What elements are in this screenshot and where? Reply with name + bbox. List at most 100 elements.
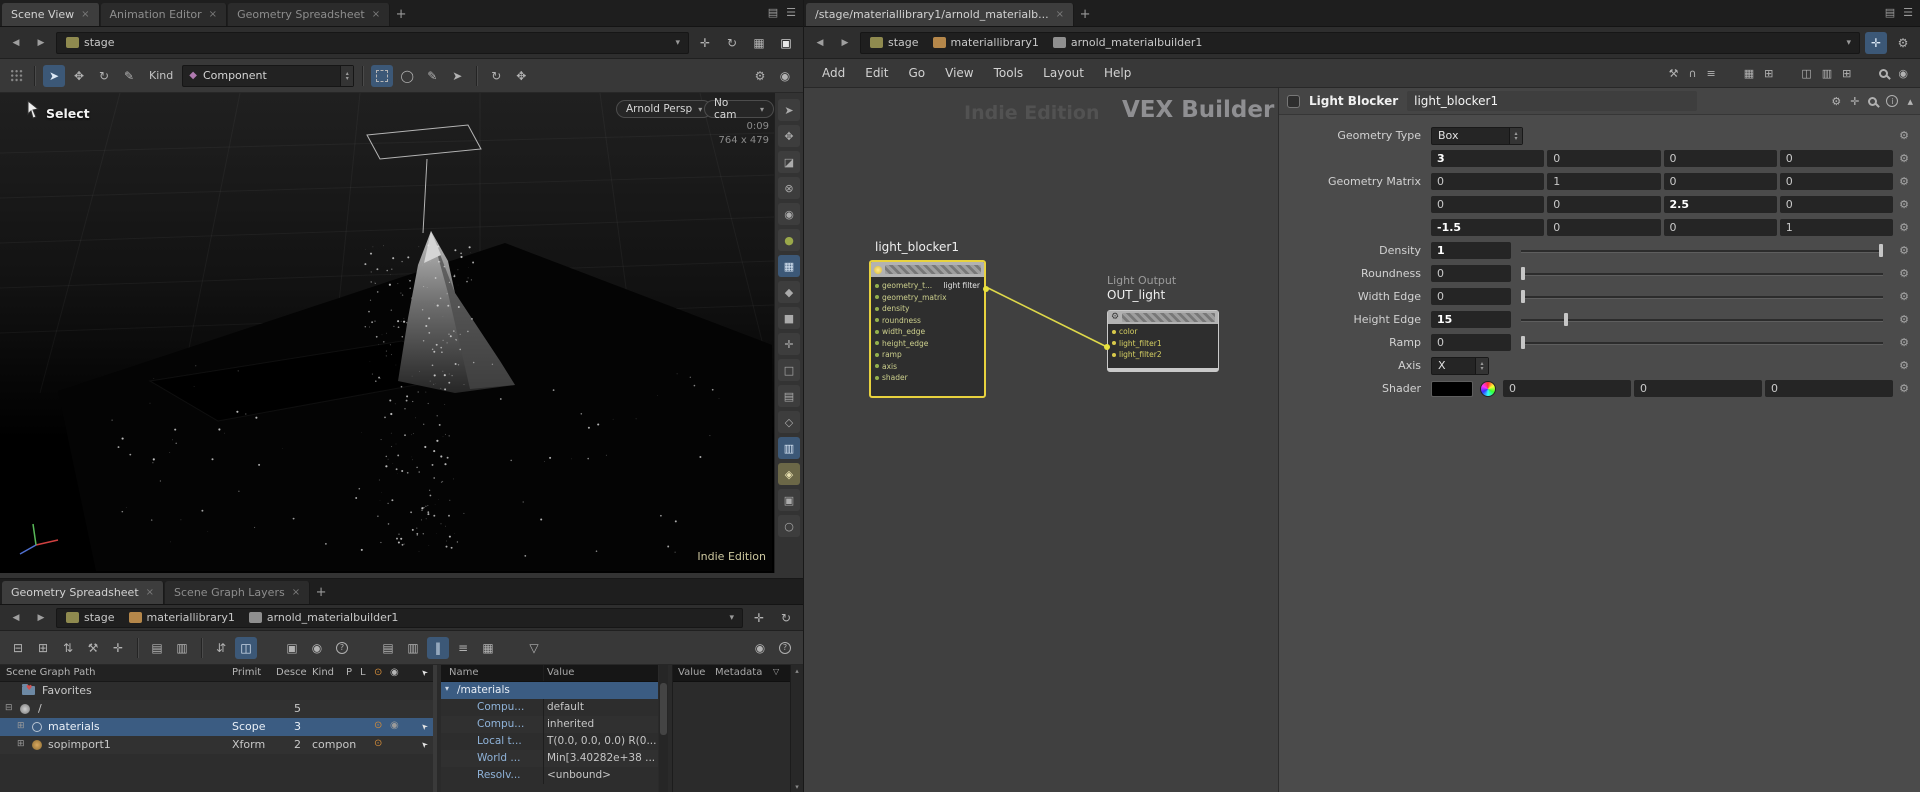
camera-icon[interactable]: ◉ [306,637,328,659]
ramp-field[interactable]: 0 [1431,334,1511,351]
viewport-tool-icon[interactable]: ● [778,229,800,251]
viewport-tool-icon[interactable]: ■ [778,307,800,329]
col-value[interactable]: Value [547,667,574,678]
tools-icon[interactable]: ⚒ [82,637,104,659]
matrix-cell[interactable]: 1 [1780,219,1893,236]
viewport[interactable]: Select Arnold Persp ▾ No cam ▾ 0:09 764 … [0,93,774,573]
info-icon[interactable]: i [1886,95,1898,107]
viewport-tool-icon[interactable]: ◆ [778,281,800,303]
edit-tool-icon[interactable]: ✎ [118,65,140,87]
tools-icon[interactable]: ⚒ [1669,67,1679,80]
sheet-row[interactable]: Resolv... <unbound> [441,767,658,784]
matrix-cell[interactable]: 0 [1780,196,1893,213]
col-l[interactable]: L [360,667,366,678]
tab-animation-editor[interactable]: Animation Editor × [101,3,228,26]
input-dot-icon[interactable] [875,295,879,299]
node-name-field[interactable]: light_blocker1 [1407,91,1697,111]
input-dot-icon[interactable] [1112,341,1116,345]
no-cam-button[interactable]: No cam ▾ [704,100,774,118]
box-select-icon[interactable] [371,65,393,87]
tree-view-icon[interactable]: ▤ [146,637,168,659]
activation-toggle[interactable]: ⊙ [374,720,382,731]
geometry-type-dropdown[interactable]: Box ▴▾ [1431,127,1523,145]
input-dot-icon[interactable] [875,364,879,368]
input-dot-icon[interactable] [875,307,879,311]
new-tab-button[interactable]: + [311,581,331,604]
node-light-blocker[interactable]: geometry_t... light filter geometry_matr… [869,260,986,398]
breadcrumb-stage[interactable]: stage [864,33,925,53]
tree-row-root[interactable]: ⊟ / 5 [0,700,433,718]
back-icon[interactable]: ◀ [810,32,830,54]
layout-vertical-icon[interactable]: ▥ [1822,67,1832,80]
search-icon[interactable] [1868,97,1877,106]
sheet-row[interactable]: Compu... inherited [441,716,658,733]
path-field[interactable]: stage ▾ [56,32,689,54]
pane-menu-icon[interactable]: ☰ [1903,6,1913,19]
gear-icon[interactable]: ⚙ [1831,95,1841,108]
input-dot-icon[interactable] [875,353,879,357]
chevron-down-icon[interactable]: ▾ [670,38,685,48]
node-flags[interactable] [885,265,981,274]
breadcrumb-stage[interactable]: stage [60,608,121,628]
viewport-tool-icon[interactable]: ▥ [778,437,800,459]
chevron-down-icon[interactable]: ▾ [445,684,449,693]
close-icon[interactable]: × [372,9,380,20]
forward-icon[interactable]: ▶ [31,32,51,54]
matrix-cell[interactable]: 0 [1431,173,1544,190]
col-kind[interactable]: Kind [312,667,334,678]
param-menu-icon[interactable]: ⚙ [1893,129,1915,142]
tree-row-favorites[interactable]: ♥ Favorites [0,682,433,700]
axis-dropdown[interactable]: X ▴▾ [1431,357,1489,375]
menu-item[interactable]: Layout [1033,63,1094,83]
height-edge-slider[interactable] [1521,311,1883,328]
input-dot-icon[interactable] [875,376,879,380]
param-menu-icon[interactable]: ⚙ [1893,290,1915,303]
matrix-cell[interactable]: 0 [1664,173,1777,190]
breadcrumb-stage[interactable]: stage [60,33,121,53]
list-icon[interactable]: ≡ [1707,67,1716,80]
param-menu-icon[interactable]: ⚙ [1893,198,1915,211]
viewport-tool-icon[interactable]: ▦ [778,255,800,277]
col-metadata[interactable]: Metadata [715,667,762,678]
column-view-icon[interactable]: ▥ [402,637,424,659]
sheet-row[interactable]: Local t... T(0.0, 0.0, 0.0) R(0... [441,733,658,750]
menu-item[interactable]: Help [1094,63,1141,83]
matrix-cell[interactable]: 0 [1547,196,1660,213]
breadcrumb-materiallibrary[interactable]: materiallibrary1 [123,608,241,628]
settings-box-icon[interactable]: ▣ [281,637,303,659]
sheet-row[interactable]: Compu... default [441,699,658,716]
shader-g-field[interactable]: 0 [1634,380,1762,397]
close-icon[interactable]: × [209,9,217,20]
close-icon[interactable]: × [81,9,89,20]
col-value[interactable]: Value [678,667,705,678]
expand-icon[interactable]: ⊞ [17,721,25,731]
pane-scrollbar[interactable]: ▴ ▾ [790,665,803,792]
activation-toggle[interactable]: ⊙ [374,738,382,749]
pin-icon[interactable]: ✛ [694,32,716,54]
menu-item[interactable]: Tools [984,63,1034,83]
matrix-cell[interactable]: 0 [1547,219,1660,236]
forward-icon[interactable]: ▶ [31,607,51,629]
connect-icon[interactable]: ◉ [1898,67,1908,80]
matrix-cell[interactable]: 3 [1431,150,1544,167]
input-dot-icon[interactable] [875,284,879,288]
sync-icon[interactable]: ⇵ [210,637,232,659]
snap-icon[interactable]: ↻ [485,65,507,87]
render-view-icon[interactable]: ◉ [774,65,796,87]
sheet-scrollbar[interactable] [659,665,668,792]
filter-icon[interactable]: ▽ [523,637,545,659]
network-editor[interactable]: Indie Edition VEX Builder light_blocker1… [804,88,1278,792]
param-menu-icon[interactable]: ⚙ [1893,382,1915,395]
input-dot-icon[interactable] [875,341,879,345]
matrix-cell[interactable]: 0 [1780,173,1893,190]
rows-icon[interactable]: ≡ [452,637,474,659]
expand-icon[interactable]: ⊞ [17,739,25,749]
chevron-down-icon[interactable]: ▾ [724,613,739,623]
shader-b-field[interactable]: 0 [1765,380,1893,397]
viewport-tool-icon[interactable]: □ [778,359,800,381]
close-icon[interactable]: × [146,587,154,598]
tree-row-sopimport[interactable]: ⊞ sopimport1 Xform 2 compon ⊙ ➤ [0,736,433,754]
table-icon[interactable]: ▦ [477,637,499,659]
menu-item[interactable]: Go [898,63,935,83]
height-edge-field[interactable]: 15 [1431,311,1511,328]
